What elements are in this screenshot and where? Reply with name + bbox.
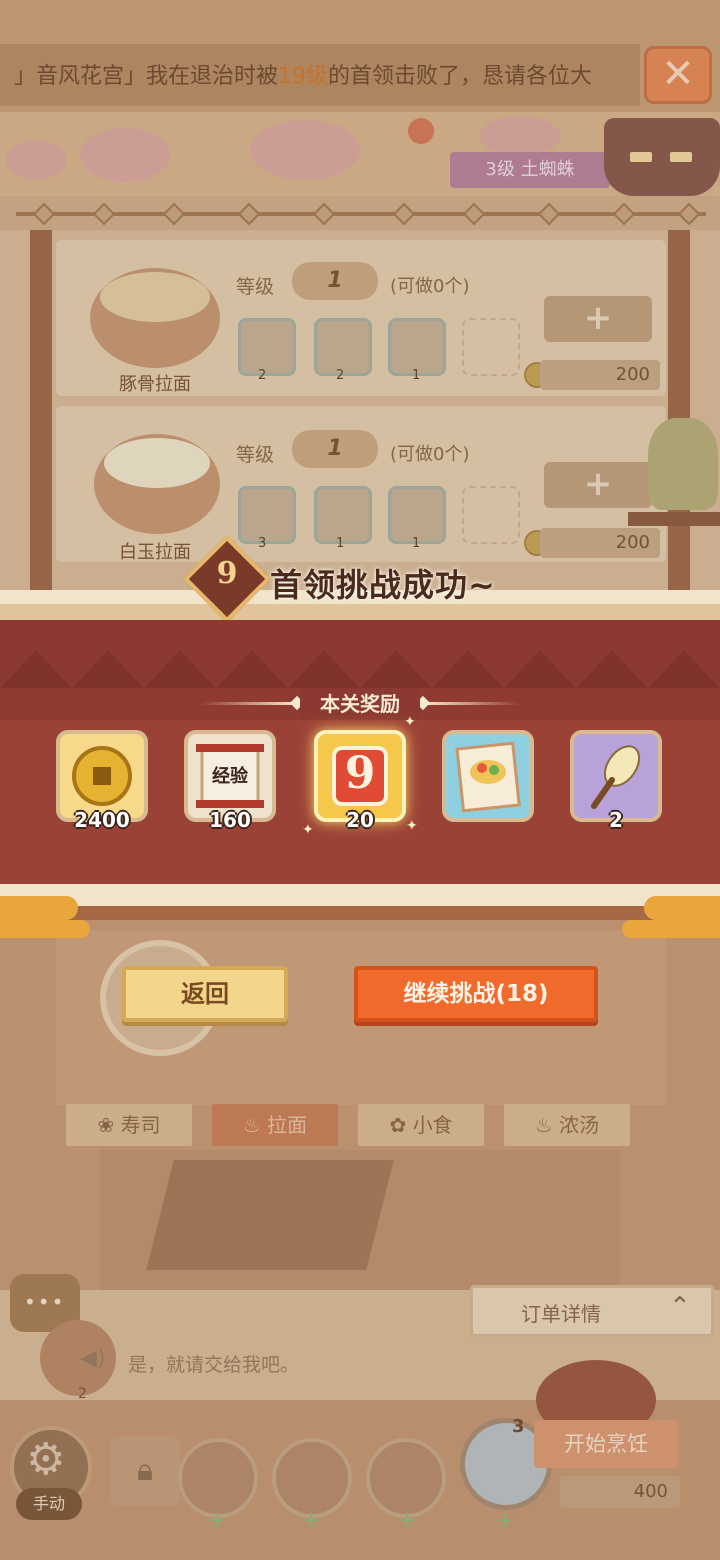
diamond-pattern	[0, 650, 720, 688]
reward-recipe-book[interactable]	[442, 730, 534, 822]
continue-challenge-button[interactable]: 继续挑战(18)	[354, 966, 598, 1022]
cloud-decor-right	[622, 920, 720, 938]
result-title: 首领挑战成功~	[270, 566, 496, 604]
gold-coin-icon	[72, 746, 132, 806]
rewards-header: 本关奖励	[300, 688, 420, 720]
exp-label: 经验	[212, 766, 248, 787]
cloud-decor-right	[644, 896, 720, 920]
stage-number: 9	[216, 556, 238, 591]
sparkle-icon: ✦	[302, 822, 314, 838]
sparkle-icon: ✦	[406, 818, 418, 834]
reward-count: 2400	[74, 808, 130, 832]
token-label: 9	[344, 748, 376, 799]
cloud-decor-left	[0, 896, 78, 920]
back-button[interactable]: 返回	[122, 966, 288, 1022]
reward-count: 20	[346, 808, 374, 832]
cloud-decor-left	[0, 920, 90, 938]
reward-count: 160	[209, 808, 251, 832]
sparkle-icon: ✦	[404, 714, 416, 730]
whisk-icon	[591, 745, 641, 809]
recipe-book-icon	[455, 741, 521, 813]
popup-bottom-edge	[0, 906, 720, 920]
title-band-trim	[0, 604, 720, 620]
reward-count: 2	[609, 808, 623, 832]
